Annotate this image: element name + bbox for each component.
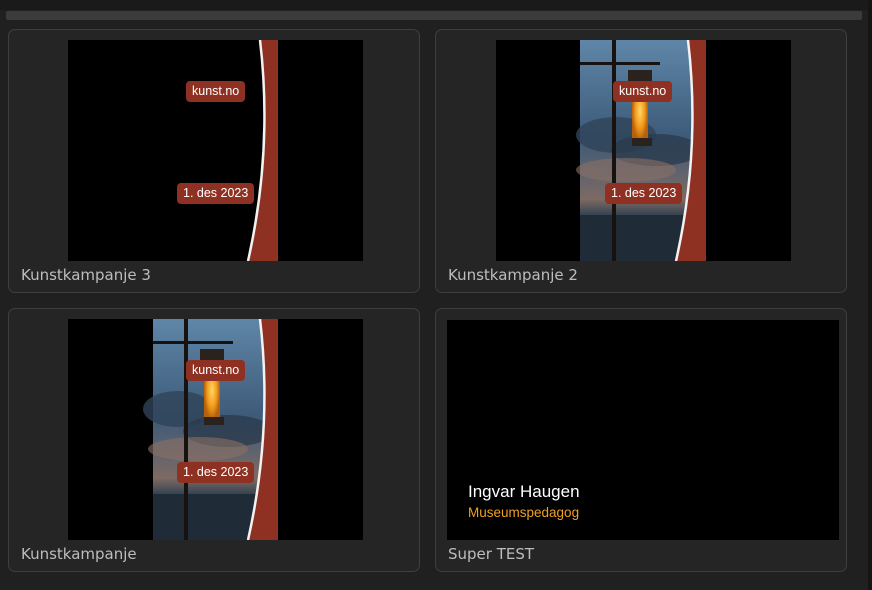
campaign-card[interactable]: kunst.no 1. des 2023 Kunstkampanje <box>8 308 420 572</box>
horizontal-scrollbar[interactable] <box>6 11 862 20</box>
swoosh-graphic <box>246 40 278 261</box>
card-title: Kunstkampanje 3 <box>21 266 151 284</box>
top-bar <box>0 0 872 10</box>
campaign-thumbnail: kunst.no 1. des 2023 <box>68 40 363 261</box>
lantern-photo <box>576 40 706 261</box>
campaign-thumbnail: kunst.no 1. des 2023 <box>68 319 363 540</box>
date-badge: 1. des 2023 <box>605 183 683 204</box>
date-badge: 1. des 2023 <box>177 462 255 483</box>
campaign-thumbnail: kunst.no 1. des 2023 <box>496 40 791 261</box>
date-badge: 1. des 2023 <box>177 183 255 204</box>
campaign-card[interactable]: kunst.no 1. des 2023 Kunstkampanje 3 <box>8 29 420 293</box>
card-title: Kunstkampanje <box>21 545 137 563</box>
card-title: Kunstkampanje 2 <box>448 266 578 284</box>
campaign-thumbnail: Ingvar Haugen Museumspedagog <box>447 320 839 540</box>
campaign-card[interactable]: kunst.no 1. des 2023 Kunstkampanje 2 <box>435 29 847 293</box>
website-badge: kunst.no <box>186 81 246 102</box>
lower-third-role: Museumspedagog <box>468 505 580 520</box>
campaign-card[interactable]: Ingvar Haugen Museumspedagog Super TEST <box>435 308 847 572</box>
website-badge: kunst.no <box>186 360 246 381</box>
lower-third-name: Ingvar Haugen <box>468 482 580 501</box>
card-title: Super TEST <box>448 545 535 563</box>
lantern-photo <box>143 319 278 540</box>
vertical-scrollbar[interactable] <box>868 0 872 590</box>
website-badge: kunst.no <box>613 81 673 102</box>
